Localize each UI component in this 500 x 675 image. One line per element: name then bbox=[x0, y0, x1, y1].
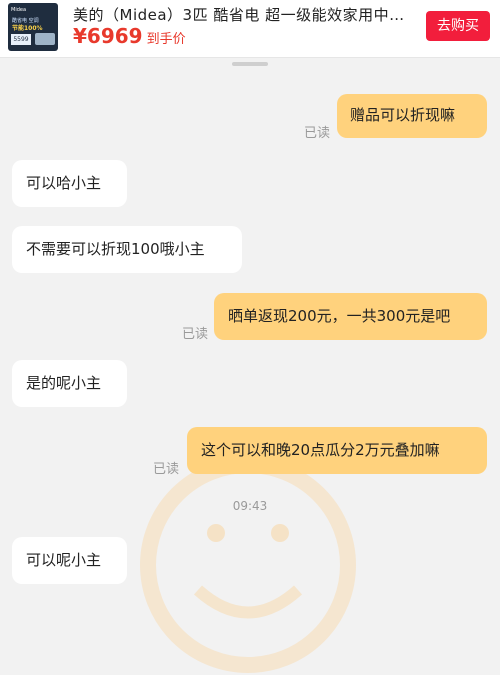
message-timestamp: 09:43 bbox=[232, 499, 268, 513]
product-price: ¥6969 bbox=[73, 24, 143, 48]
product-price-row: ¥6969 到手价 bbox=[73, 24, 186, 48]
message-bubble-incoming[interactable]: 可以哈小主 bbox=[12, 160, 127, 207]
thumbnail-price: 5599 bbox=[11, 34, 31, 45]
drag-handle[interactable] bbox=[232, 62, 268, 66]
product-thumbnail[interactable]: Midea 酷省电 空调 节能100% 5599 bbox=[8, 3, 58, 51]
message-bubble-incoming[interactable]: 可以呢小主 bbox=[12, 537, 127, 584]
message-bubble-incoming[interactable]: 不需要可以折现100哦小主 bbox=[12, 226, 242, 273]
product-title[interactable]: 美的（Midea）3匹 酷省电 超一级能效家用中… bbox=[73, 4, 418, 25]
price-label: 到手价 bbox=[146, 32, 186, 47]
message-bubble-incoming[interactable]: 是的呢小主 bbox=[12, 360, 127, 407]
product-card[interactable]: Midea 酷省电 空调 节能100% 5599 美的（Midea）3匹 酷省电… bbox=[0, 0, 500, 58]
message-bubble-outgoing[interactable]: 晒单返现200元，一共300元是吧 bbox=[214, 293, 487, 340]
message-bubble-outgoing[interactable]: 这个可以和晚20点瓜分2万元叠加嘛 bbox=[187, 427, 487, 474]
read-receipt: 已读 bbox=[182, 327, 209, 342]
message-bubble-outgoing[interactable]: 赠品可以折现嘛 bbox=[337, 94, 487, 138]
buy-button[interactable]: 去购买 bbox=[426, 11, 490, 41]
thumbnail-brand: Midea bbox=[11, 7, 27, 13]
read-receipt: 已读 bbox=[153, 462, 180, 477]
mascot-watermark-icon bbox=[140, 457, 356, 673]
air-conditioner-image bbox=[35, 33, 55, 45]
read-receipt: 已读 bbox=[304, 126, 331, 141]
thumbnail-badge: 节能100% bbox=[12, 25, 43, 32]
